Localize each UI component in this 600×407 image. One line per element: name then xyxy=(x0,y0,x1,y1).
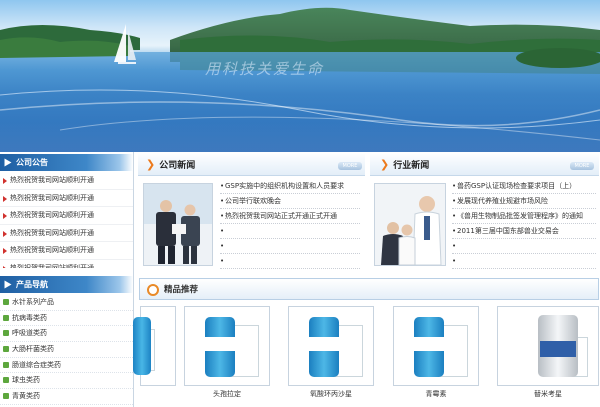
company-news-item[interactable] xyxy=(220,254,360,269)
company-news-item[interactable] xyxy=(220,224,360,239)
product-name[interactable]: 头孢拉定 xyxy=(184,389,270,399)
notice-item[interactable]: 热烈祝贺我司网站顺利开通 xyxy=(0,260,133,268)
doctors-photo xyxy=(374,183,446,266)
industry-news-item[interactable] xyxy=(452,239,596,254)
industry-news-item[interactable]: 2011第三届中国东部兽业交易会 xyxy=(452,224,596,239)
notice-item[interactable]: 热烈祝贺我司网站顺利开通 xyxy=(0,207,133,225)
circle-icon xyxy=(147,284,159,296)
product-image[interactable] xyxy=(288,306,374,386)
product-card[interactable]: 头孢拉定 xyxy=(184,306,270,407)
nav-item[interactable]: 青黄类药 xyxy=(0,389,133,405)
notice-section-title: 公司公告 xyxy=(16,158,48,167)
product-card[interactable]: 青霉素 xyxy=(393,306,479,407)
chevron-right-icon: ❯ xyxy=(380,158,390,171)
notice-item[interactable]: 热烈祝贺我司网站顺利开通 xyxy=(0,172,133,190)
product-name[interactable]: 氧酸环丙沙星 xyxy=(288,389,374,399)
product-nav-title: 产品导航 xyxy=(16,280,48,289)
nav-item[interactable]: 球虫类药 xyxy=(0,373,133,390)
arrow-icon xyxy=(4,158,12,167)
industry-news-title: ❯ 行业新闻 xyxy=(380,154,429,177)
product-card[interactable]: 替米考星 xyxy=(497,306,599,407)
product-nav-header: 产品导航 xyxy=(0,276,133,293)
product-image[interactable] xyxy=(393,306,479,386)
arrow-icon xyxy=(4,280,12,289)
company-news-more-button[interactable]: MORE xyxy=(338,162,362,170)
product-name[interactable]: 替米考星 xyxy=(497,389,599,399)
industry-news-item[interactable]: 《兽用生物制品批签发管理程序》的通知 xyxy=(452,209,596,224)
product-image[interactable] xyxy=(497,306,599,386)
company-news-item[interactable]: 公司举行联欢晚会 xyxy=(220,194,360,209)
featured-products-header: 精品推荐 xyxy=(139,278,599,300)
banner-slogan: 用科技关爱生命 xyxy=(205,60,325,78)
nav-item[interactable]: 大肠杆菌类药 xyxy=(0,342,133,358)
product-nav-list: 水针系列产品 抗病毒类药 呼吸道类药 大肠杆菌类药 肠道综合症类药 球虫类药 青… xyxy=(0,295,133,407)
industry-news-item[interactable] xyxy=(452,254,596,269)
company-news-item[interactable]: 热烈祝贺我司网站正式开通正式开通 xyxy=(220,209,360,224)
product-image[interactable] xyxy=(184,306,270,386)
notice-section-header: 公司公告 xyxy=(0,154,133,171)
industry-news-more-button[interactable]: MORE xyxy=(570,162,594,170)
company-news-item[interactable]: GSP实施中的组织机构设置和人员要求 xyxy=(220,179,360,194)
nav-item[interactable]: 呼吸道类药 xyxy=(0,326,133,343)
company-news-title: ❯ 公司新闻 xyxy=(146,154,195,177)
industry-news-item[interactable]: 发展现代养殖业规避市场风险 xyxy=(452,194,596,209)
featured-products-title: 精品推荐 xyxy=(164,285,199,295)
chevron-right-icon: ❯ xyxy=(146,158,156,171)
nav-item[interactable]: 水针系列产品 xyxy=(0,295,133,311)
industry-news-item[interactable]: 兽药GSP认证现场检查要求项目（上） xyxy=(452,179,596,194)
nav-item[interactable]: 抗病毒类药 xyxy=(0,311,133,327)
notice-list: 热烈祝贺我司网站顺利开通 热烈祝贺我司网站顺利开通 热烈祝贺我司网站顺利开通 热… xyxy=(0,172,133,268)
product-image[interactable] xyxy=(133,306,176,386)
company-news-item[interactable] xyxy=(220,239,360,254)
product-name[interactable]: 青霉素 xyxy=(393,389,479,399)
company-news-list: GSP实施中的组织机构设置和人员要求 公司举行联欢晚会 热烈祝贺我司网站正式开通… xyxy=(220,179,360,269)
notice-item[interactable]: 热烈祝贺我司网站顺利开通 xyxy=(0,190,133,207)
notice-item[interactable]: 热烈祝贺我司网站顺利开通 xyxy=(0,225,133,242)
business-people-photo xyxy=(143,183,213,266)
product-card[interactable] xyxy=(133,306,176,407)
product-card[interactable]: 氧酸环丙沙星 xyxy=(288,306,374,407)
industry-news-list: 兽药GSP认证现场检查要求项目（上） 发展现代养殖业规避市场风险 《兽用生物制品… xyxy=(452,179,596,269)
nav-item[interactable]: 肠道综合症类药 xyxy=(0,358,133,374)
notice-item[interactable]: 热烈祝贺我司网站顺利开通 xyxy=(0,242,133,260)
header-banner: 用科技关爱生命 xyxy=(0,0,600,152)
